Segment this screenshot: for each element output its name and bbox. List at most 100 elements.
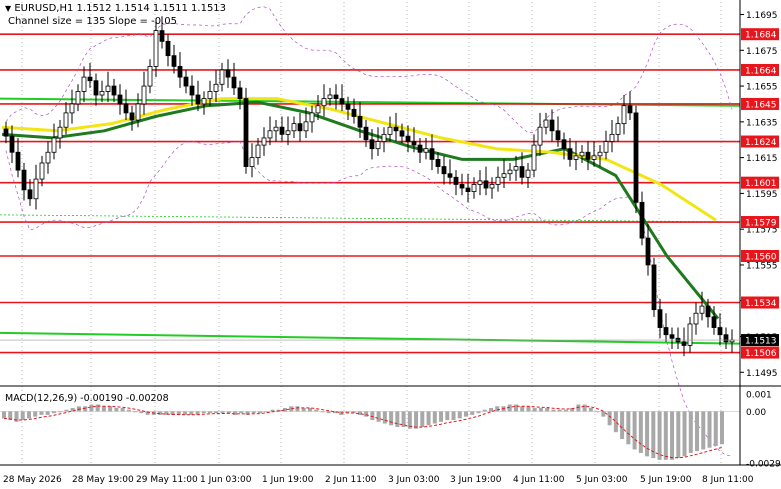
candle-body [723, 334, 729, 343]
macd-histogram-bar [482, 409, 487, 412]
macd-histogram-bar [464, 411, 469, 417]
candle-body [207, 91, 213, 99]
candle-body [249, 157, 255, 167]
candle-body [399, 130, 405, 137]
candle-body [69, 103, 75, 114]
level-label: 1.1624 [745, 138, 777, 148]
candle-body [213, 83, 219, 92]
candle-body [51, 137, 57, 153]
level-label: 1.1560 [745, 253, 777, 263]
candle-body [597, 151, 603, 157]
time-axis-label: 2 Jun 11:00 [325, 475, 377, 485]
triangle-down-icon[interactable]: ▼ [5, 4, 11, 13]
macd-histogram-bar [139, 411, 144, 414]
candle-body [705, 305, 711, 318]
candle-body [153, 30, 159, 67]
macd-histogram-bar [376, 411, 381, 422]
macd-histogram-bar [133, 411, 138, 413]
macd-histogram-bar [233, 411, 238, 415]
macd-histogram-bar [601, 411, 606, 417]
candle-body [621, 105, 627, 125]
macd-histogram-bar [295, 406, 300, 412]
macd-histogram-bar [420, 411, 425, 427]
macd-histogram-bar [557, 409, 562, 412]
candle-body [111, 85, 117, 96]
candle-body [117, 94, 123, 105]
macd-histogram-bar [382, 411, 387, 424]
macd-histogram-bar [45, 411, 50, 415]
candle-body [537, 126, 543, 146]
candle-body [327, 94, 333, 99]
candle-body [201, 98, 207, 105]
macd-histogram-bar [214, 411, 219, 414]
macd-histogram-bar [520, 406, 525, 412]
candle-body [333, 94, 339, 99]
macd-histogram-bar [114, 408, 119, 412]
time-axis-label: 8 Jun 11:00 [702, 475, 754, 485]
macd-histogram-bar [257, 411, 262, 414]
macd-histogram-bar [595, 411, 600, 413]
candle-body [279, 126, 285, 135]
candle-body [465, 187, 471, 193]
macd-histogram-bar [632, 411, 637, 450]
macd-histogram-bar [707, 411, 712, 448]
macd-histogram-bar [645, 411, 650, 457]
candle-body [555, 130, 561, 141]
macd-histogram-bar [663, 411, 668, 460]
candle-body [507, 169, 513, 175]
price-tick-label: 1.1675 [746, 47, 778, 57]
candle-body [261, 137, 267, 146]
candle-body [9, 135, 15, 153]
level-label: 1.1579 [745, 219, 777, 229]
macd-axis-label: -0.00299 [746, 460, 781, 470]
macd-histogram-bar [395, 411, 400, 427]
macd-axis-label: 0.001 [746, 391, 772, 401]
candle-body [99, 91, 105, 96]
macd-histogram-bar [620, 411, 625, 440]
macd-histogram-bar [476, 411, 481, 414]
candle-body [93, 80, 99, 96]
macd-histogram-bar [426, 411, 431, 426]
macd-histogram-bar [682, 411, 687, 457]
level-label: 1.1534 [745, 299, 777, 309]
candle-body [309, 112, 315, 123]
time-axis-label: 4 Jun 11:00 [513, 475, 565, 485]
candle-body [699, 305, 705, 314]
candle-body [321, 98, 327, 107]
candle-body [129, 112, 135, 121]
candle-body [297, 123, 303, 132]
macd-histogram-bar [101, 406, 106, 412]
price-chart[interactable]: 1.1695 1.1675 1.1655 1.1635 1.1615 1.1595 1.15… [0, 0, 781, 489]
macd-histogram-bar [26, 411, 31, 419]
level-label: 1.1664 [745, 66, 777, 76]
candle-body [585, 151, 591, 160]
macd-histogram-bar [670, 411, 675, 460]
candle-body [75, 91, 81, 105]
candle-body [39, 162, 45, 180]
macd-histogram-bar [439, 411, 444, 422]
macd-histogram-bar [58, 411, 63, 413]
candle-body [3, 128, 9, 137]
candle-body [405, 135, 411, 142]
candle-body [633, 112, 639, 203]
candle-body [387, 126, 393, 135]
macd-histogram-bar [64, 409, 69, 412]
candle-body [183, 76, 189, 87]
candle-body [267, 130, 273, 139]
candle-body [411, 141, 417, 146]
candle-body [429, 148, 435, 160]
candle-body [435, 159, 441, 167]
candle-body [243, 98, 249, 167]
macd-histogram-bar [563, 409, 568, 412]
candle-body [471, 184, 477, 193]
level-label: 1.1645 [745, 100, 777, 110]
candle-body [477, 180, 483, 185]
macd-histogram-bar [470, 411, 475, 415]
candle-body [711, 316, 717, 328]
candle-body [87, 76, 93, 82]
macd-histogram-bar [720, 411, 724, 445]
level-label: 1.1601 [745, 179, 777, 189]
macd-histogram-bar [108, 406, 113, 412]
candle-body [177, 65, 183, 78]
time-axis-label: 28 May 19:00 [72, 475, 134, 485]
